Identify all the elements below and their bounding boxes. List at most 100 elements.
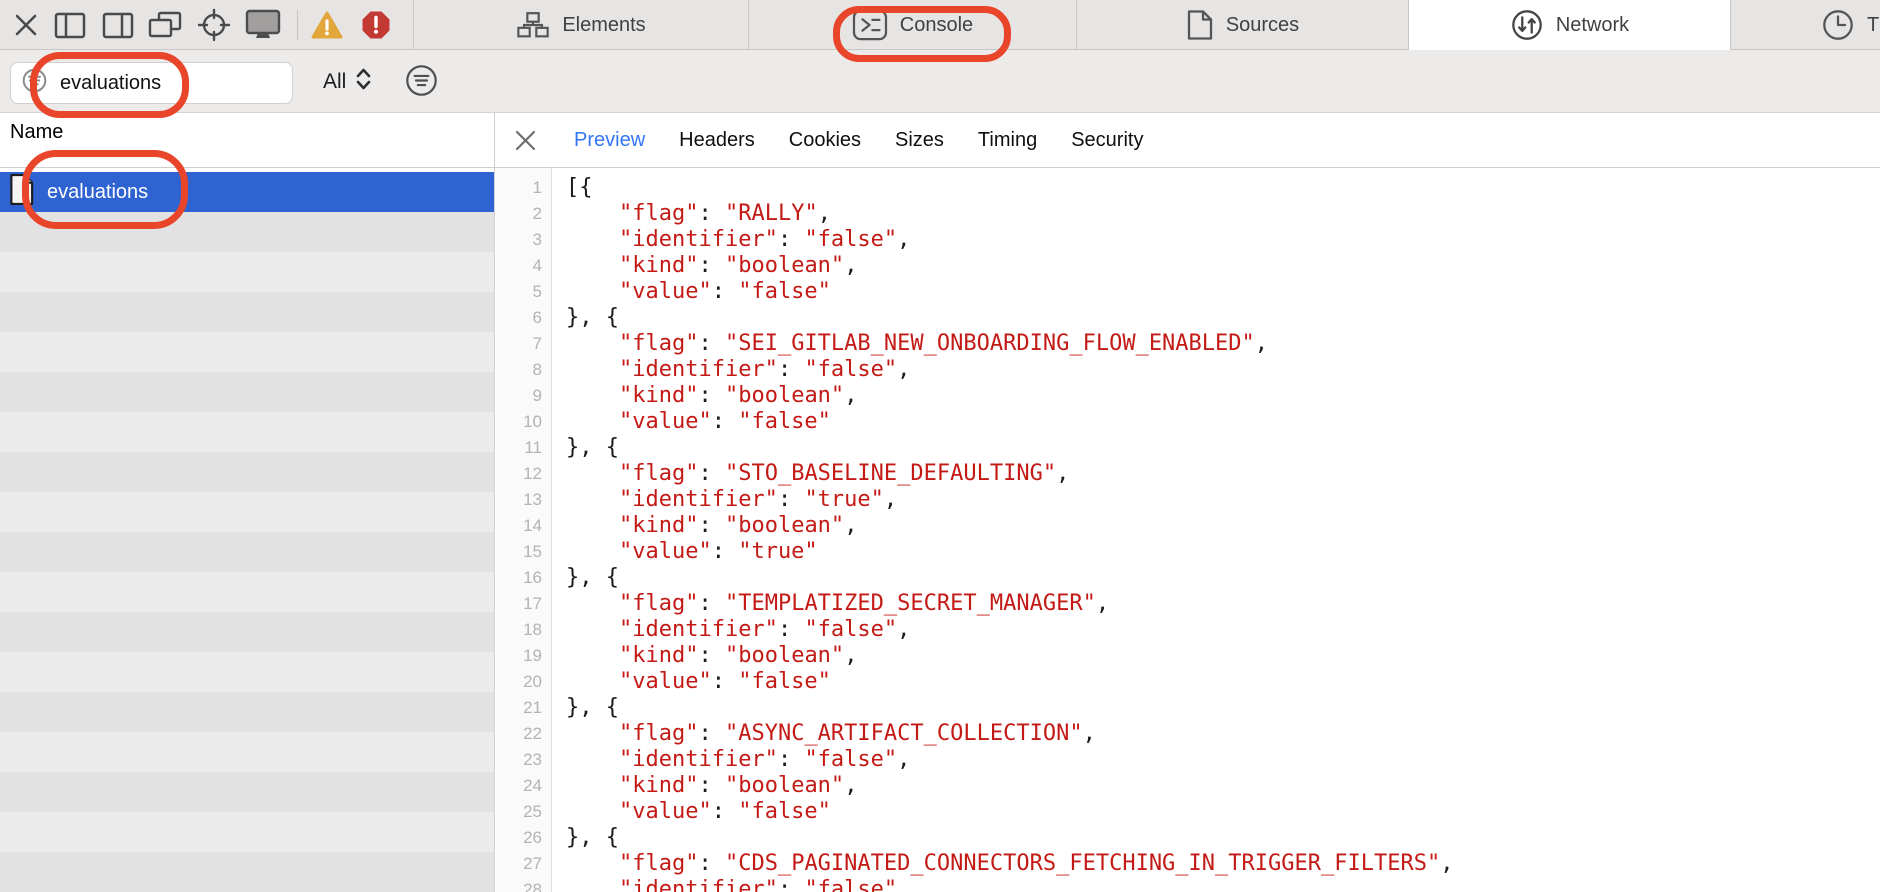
code-line: "value": "false" [566,669,1880,695]
multiple-windows-icon[interactable] [146,0,184,50]
code-line: "identifier": "false", [566,227,1880,253]
web-inspector-window: Elements Console Sources Network T [0,0,1880,892]
code-line: }, { [566,435,1880,461]
tab-console[interactable]: Console [748,0,1076,50]
code-lines: [{ "flag": "RALLY", "identifier": "false… [553,168,1880,892]
tab-label: Elements [562,14,645,37]
code-line: "value": "false" [566,409,1880,435]
empty-list-stripe [0,372,494,412]
detail-tab-preview[interactable]: Preview [574,129,645,152]
document-icon [8,173,35,211]
code-line: "flag": "RALLY", [566,201,1880,227]
tab-network[interactable]: Network [1408,0,1730,50]
line-number: 10 [496,409,551,435]
line-number: 12 [496,461,551,487]
line-number: 5 [496,279,551,305]
code-line: "kind": "boolean", [566,643,1880,669]
tab-label: Console [900,14,973,37]
elements-icon [516,10,550,40]
code-line: "value": "false" [566,799,1880,825]
line-number: 14 [496,513,551,539]
empty-list-stripe [0,772,494,812]
code-line: }, { [566,695,1880,721]
empty-list-stripe [0,732,494,772]
line-number: 13 [496,487,551,513]
code-line: "kind": "boolean", [566,513,1880,539]
empty-list-stripe [0,572,494,612]
code-line: "value": "false" [566,279,1880,305]
close-detail-icon[interactable] [510,125,540,155]
detail-tab-timing[interactable]: Timing [978,129,1037,152]
code-line: "identifier": "false", [566,617,1880,643]
error-badge-icon[interactable] [358,0,394,50]
close-icon[interactable] [10,0,42,50]
code-line: "flag": "SEI_GITLAB_NEW_ONBOARDING_FLOW_… [566,331,1880,357]
tab-sources[interactable]: Sources [1076,0,1408,50]
line-number: 1 [496,175,551,201]
dock-right-icon[interactable] [100,0,136,50]
empty-list-stripe [0,292,494,332]
detail-tab-security[interactable]: Security [1071,129,1143,152]
code-line: "flag": "STO_BASELINE_DEFAULTING", [566,461,1880,487]
line-number: 26 [496,825,551,851]
request-row-evaluations[interactable]: evaluations [0,172,494,212]
line-number: 2 [496,201,551,227]
code-line: "flag": "TEMPLATIZED_SECRET_MANAGER", [566,591,1880,617]
filter-icon [21,67,48,99]
tab-timelines[interactable]: T [1730,0,1880,50]
stepper-chevrons-icon [355,67,372,96]
sources-icon [1186,9,1214,41]
header-divider [0,167,1880,168]
dock-left-icon[interactable] [52,0,88,50]
detail-tab-sizes[interactable]: Sizes [895,129,944,152]
code-line: "kind": "boolean", [566,253,1880,279]
line-number: 4 [496,253,551,279]
code-line: "kind": "boolean", [566,773,1880,799]
request-detail-panel: Preview Headers Cookies Sizes Timing Sec… [496,113,1880,892]
tab-label: T [1867,14,1879,37]
request-list-panel: Name evaluations [0,113,495,892]
line-number: 24 [496,773,551,799]
warning-badge-icon[interactable] [308,0,346,50]
tab-label: Network [1556,14,1629,37]
filter-options-button[interactable] [405,64,438,102]
line-number: 18 [496,617,551,643]
code-line: "identifier": "false", [566,357,1880,383]
line-number: 21 [496,695,551,721]
inspector-tab-bar: Elements Console Sources Network T [0,0,1880,50]
code-line: }, { [566,825,1880,851]
code-line: "flag": "ASYNC_ARTIFACT_COLLECTION", [566,721,1880,747]
line-number: 7 [496,331,551,357]
tab-elements[interactable]: Elements [413,0,748,50]
code-line: "identifier": "false", [566,877,1880,892]
scope-select[interactable]: All [323,50,372,113]
line-number: 9 [496,383,551,409]
detail-tab-headers[interactable]: Headers [679,129,755,152]
line-number: 8 [496,357,551,383]
code-line: }, { [566,565,1880,591]
network-icon [1510,8,1544,42]
request-row-label: evaluations [47,181,148,204]
empty-list-stripe [0,692,494,732]
line-number: 6 [496,305,551,331]
empty-list-stripe [0,852,494,892]
network-content: Name evaluations Preview Headers Cookies… [0,113,1880,892]
line-number: 19 [496,643,551,669]
device-icon[interactable] [243,0,283,50]
line-number: 15 [496,539,551,565]
line-number: 27 [496,851,551,877]
tab-label: Sources [1226,14,1299,37]
filter-input-value: evaluations [60,72,161,95]
detail-tab-cookies[interactable]: Cookies [789,129,861,152]
line-number: 17 [496,591,551,617]
line-number: 28 [496,877,551,892]
console-icon [852,9,888,41]
empty-list-stripe [0,812,494,852]
line-number: 23 [496,747,551,773]
empty-list-stripe [0,492,494,532]
name-column-header: Name [10,121,63,144]
element-picker-icon[interactable] [194,0,234,50]
empty-list-stripe [0,332,494,372]
line-number: 11 [496,435,551,461]
filter-input[interactable]: evaluations [10,62,293,104]
